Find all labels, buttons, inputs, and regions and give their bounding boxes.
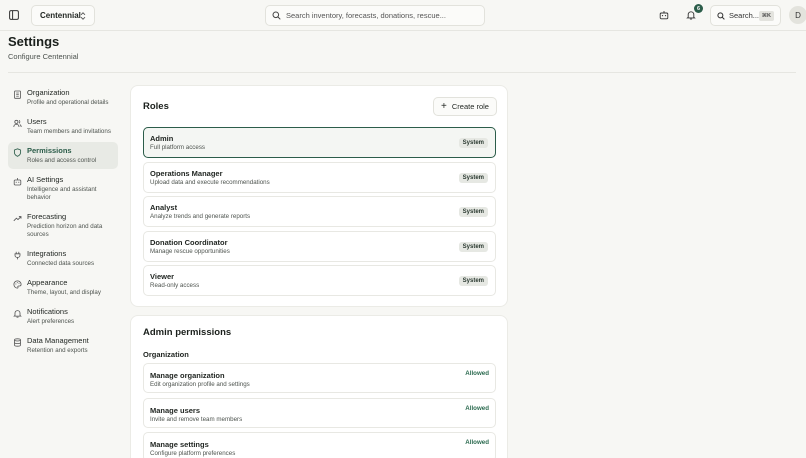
permission-section-label: Organization — [143, 350, 189, 359]
system-badge: System — [458, 276, 488, 286]
sidebar-item-label: Data Management — [27, 336, 89, 345]
sidebar-item-forecasting[interactable]: Forecasting Prediction horizon and data … — [8, 208, 118, 243]
sidebar-item-appearance[interactable]: Appearance Theme, layout, and display — [8, 274, 118, 301]
role-item-donation-coordinator[interactable]: Donation Coordinator Manage rescue oppor… — [143, 231, 496, 262]
role-item-operations-manager[interactable]: Operations Manager Upload data and execu… — [143, 162, 496, 193]
sidebar-item-notifications[interactable]: Notifications Alert preferences — [8, 303, 118, 330]
keyboard-shortcut: ⌘K — [758, 11, 774, 21]
plus-icon: + — [441, 100, 447, 112]
users-icon — [12, 118, 22, 128]
sidebar-item-label: Users — [27, 117, 47, 126]
sidebar-item-description: Roles and access control — [27, 157, 97, 164]
plug-icon — [12, 250, 22, 260]
permissions-card: Admin permissions Organization Manage or… — [130, 315, 508, 458]
sidebar-item-permissions[interactable]: Permissions Roles and access control — [8, 142, 118, 169]
roles-card: Roles + Create role Admin Full platform … — [130, 85, 508, 307]
permission-description: Edit organization profile and settings — [150, 381, 250, 388]
sidebar-item-description: Alert preferences — [27, 318, 75, 325]
search-icon — [272, 11, 281, 20]
shield-icon — [12, 147, 22, 157]
permissions-title: Admin permissions — [143, 327, 232, 338]
role-name: Admin — [150, 134, 174, 143]
permission-item-manage-organization[interactable]: Manage organization Edit organization pr… — [143, 363, 496, 393]
trending-up-icon — [12, 213, 22, 223]
permission-description: Configure platform preferences — [150, 450, 236, 457]
permission-name: Manage settings — [150, 440, 209, 449]
assistant-icon[interactable] — [657, 8, 671, 22]
sidebar-item-description: Team members and invitations — [27, 128, 111, 135]
org-name: Centennial — [40, 11, 81, 20]
role-name: Viewer — [150, 272, 175, 281]
create-role-button[interactable]: + Create role — [433, 97, 497, 116]
sidebar-item-description: Theme, layout, and display — [27, 289, 101, 296]
robot-icon — [12, 176, 22, 186]
palette-icon — [12, 279, 22, 289]
role-name: Donation Coordinator — [150, 238, 228, 247]
search-input[interactable] — [286, 11, 476, 20]
global-search[interactable] — [265, 5, 485, 26]
sidebar-item-data-management[interactable]: Data Management Retention and exports — [8, 332, 118, 359]
database-icon — [12, 337, 22, 347]
role-item-admin[interactable]: Admin Full platform access System — [143, 127, 496, 158]
system-badge: System — [458, 173, 488, 183]
search-icon — [717, 11, 725, 20]
sidebar-toggle-icon[interactable] — [6, 7, 22, 23]
role-description: Analyze trends and generate reports — [150, 213, 251, 220]
sidebar-item-label: AI Settings — [27, 175, 64, 184]
quick-search-label: Search... — [729, 11, 760, 20]
header-divider — [8, 72, 796, 73]
page-title: Settings — [8, 34, 60, 49]
role-description: Read-only access — [150, 282, 200, 289]
sidebar-item-organization[interactable]: Organization Profile and operational det… — [8, 84, 118, 111]
permission-name: Manage organization — [150, 371, 225, 380]
roles-title: Roles — [143, 101, 169, 112]
top-bar: Centennial 6 Search... ⌘K D — [0, 0, 806, 31]
role-item-viewer[interactable]: Viewer Read-only access System — [143, 265, 496, 296]
sidebar-item-description: Retention and exports — [27, 347, 88, 354]
building-icon — [12, 89, 22, 99]
org-switcher[interactable]: Centennial — [31, 5, 95, 26]
avatar[interactable]: D — [789, 6, 806, 24]
settings-sidebar: Organization Profile and operational det… — [8, 84, 118, 361]
permission-name: Manage users — [150, 406, 201, 415]
sidebar-item-users[interactable]: Users Team members and invitations — [8, 113, 118, 140]
notification-count-badge: 6 — [694, 4, 703, 13]
bell-icon — [12, 308, 22, 318]
role-name: Operations Manager — [150, 169, 223, 178]
permission-status: Allowed — [465, 439, 489, 446]
sidebar-item-label: Organization — [27, 88, 70, 97]
role-description: Full platform access — [150, 144, 206, 151]
sidebar-item-integrations[interactable]: Integrations Connected data sources — [8, 245, 118, 272]
sidebar-item-label: Permissions — [27, 146, 72, 155]
sidebar-item-description: Profile and operational details — [27, 99, 109, 106]
permission-item-manage-settings[interactable]: Manage settings Configure platform prefe… — [143, 432, 496, 458]
permission-item-manage-users[interactable]: Manage users Invite and remove team memb… — [143, 398, 496, 428]
role-description: Manage rescue opportunities — [150, 248, 230, 255]
create-role-label: Create role — [451, 102, 489, 111]
sidebar-item-label: Appearance — [27, 278, 68, 287]
system-badge: System — [458, 242, 488, 252]
role-description: Upload data and execute recommendations — [150, 179, 270, 186]
system-badge: System — [458, 207, 488, 217]
permission-status: Allowed — [465, 370, 489, 377]
sidebar-item-description: Prediction horizon and data sources — [27, 223, 103, 238]
page-subtitle: Configure Centennial — [8, 52, 79, 61]
permission-status: Allowed — [465, 405, 489, 412]
sidebar-item-ai-settings[interactable]: AI Settings Intelligence and assistant b… — [8, 171, 118, 206]
chevron-up-down-icon — [80, 12, 86, 20]
sidebar-item-label: Notifications — [27, 307, 68, 316]
role-name: Analyst — [150, 203, 178, 212]
system-badge: System — [458, 138, 488, 148]
permission-description: Invite and remove team members — [150, 416, 243, 423]
sidebar-item-description: Intelligence and assistant behavior — [27, 186, 97, 201]
sidebar-item-description: Connected data sources — [27, 260, 95, 267]
quick-search-button[interactable]: Search... ⌘K — [710, 5, 781, 26]
sidebar-item-label: Forecasting — [27, 212, 67, 221]
role-item-analyst[interactable]: Analyst Analyze trends and generate repo… — [143, 196, 496, 227]
sidebar-item-label: Integrations — [27, 249, 67, 258]
